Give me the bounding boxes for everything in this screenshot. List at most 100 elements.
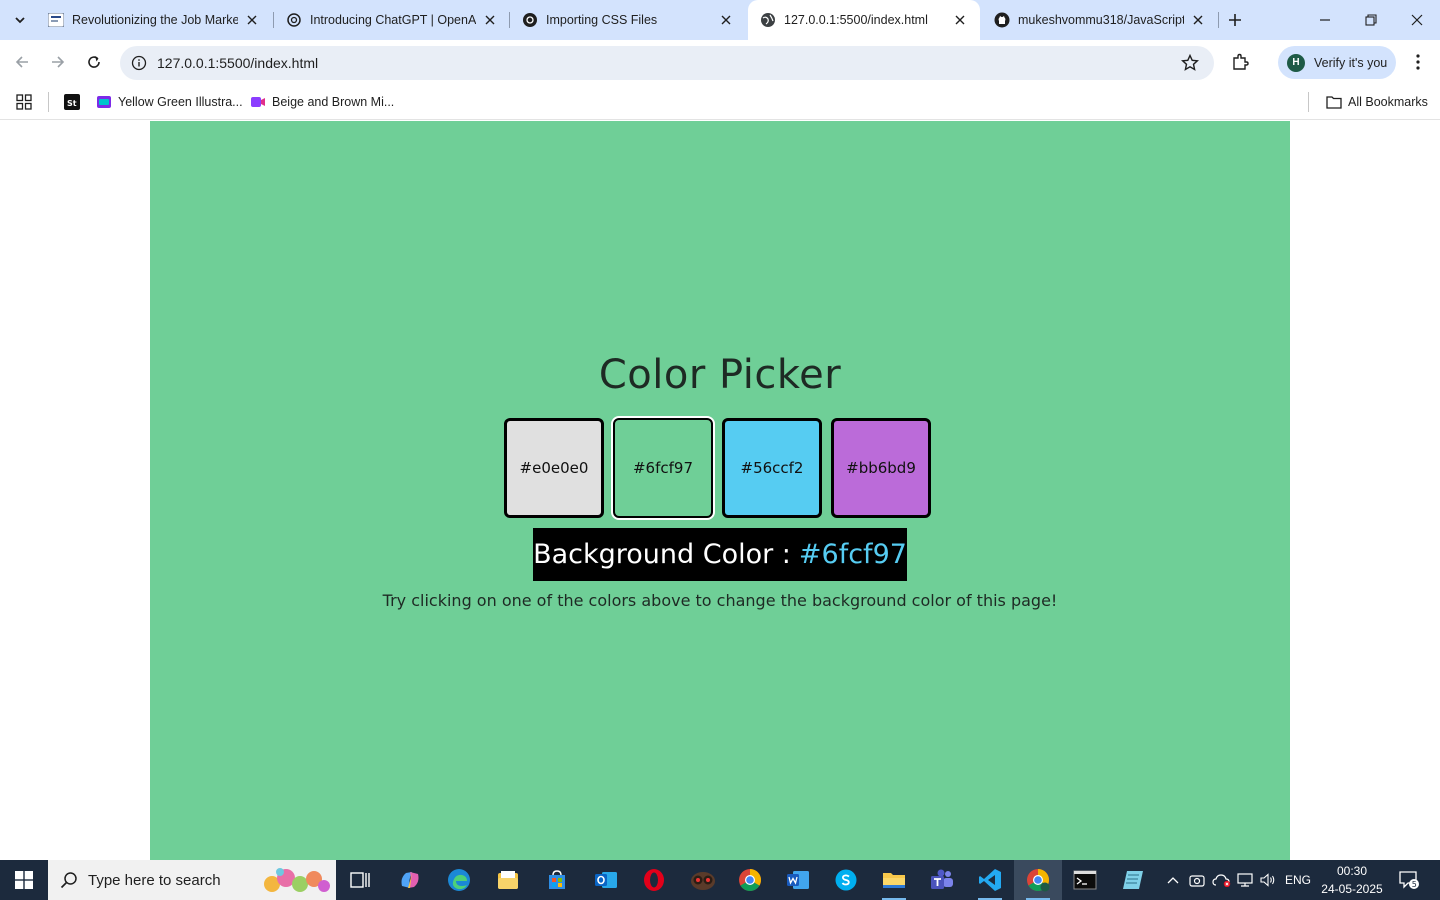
st-icon: St [64, 94, 80, 110]
swatch-light-gray[interactable]: #e0e0e0 [504, 418, 604, 518]
skype-icon [835, 869, 857, 891]
folder-stack-icon [498, 871, 518, 889]
notification-count: 5 [1412, 880, 1417, 889]
all-bookmarks-button[interactable]: All Bookmarks [1326, 91, 1428, 113]
browser-menu-button[interactable] [1406, 50, 1430, 74]
swatch-purple[interactable]: #bb6bd9 [831, 418, 931, 518]
background-color-display: Background Color : #6fcf97 [533, 528, 907, 581]
folder-icon [1326, 94, 1342, 110]
word-app[interactable] [774, 860, 822, 900]
edge-app[interactable] [435, 860, 483, 900]
word-icon [787, 871, 809, 889]
search-icon [60, 872, 77, 889]
tab-title: Revolutionizing the Job Market [72, 13, 238, 27]
bookmark-beige-brown[interactable]: Beige and Brown Mi... [250, 91, 394, 113]
bookmark-label: Beige and Brown Mi... [272, 95, 395, 109]
files-app[interactable] [484, 860, 532, 900]
reload-button[interactable] [80, 48, 108, 76]
terminal-app[interactable] [1061, 860, 1109, 900]
folder-icon [883, 873, 905, 888]
page-viewport: Color Picker #e0e0e0 #6fcf97 #56ccf2 #bb… [0, 121, 1440, 860]
tab-importing-css[interactable]: Importing CSS Files [510, 0, 746, 40]
owl-app[interactable] [679, 860, 727, 900]
close-icon[interactable] [1188, 10, 1208, 30]
tab-search-button[interactable] [6, 8, 34, 32]
restore-button[interactable] [1348, 0, 1394, 40]
windows-logo-icon [15, 871, 33, 889]
volume-control[interactable] [1257, 860, 1279, 900]
background-color-value: #6fcf97 [798, 539, 907, 570]
swatch-blue[interactable]: #56ccf2 [722, 418, 822, 518]
reload-icon [88, 56, 100, 68]
notification-icon: 5 [1399, 871, 1419, 889]
copilot-app[interactable] [386, 860, 434, 900]
outlook-app[interactable] [582, 860, 630, 900]
network-icon [1237, 873, 1253, 887]
forward-button[interactable] [44, 48, 72, 76]
windows-taskbar: Type here to search ENG 00:30 24-05-2025… [0, 860, 1440, 900]
apps-button[interactable] [16, 91, 38, 113]
all-bookmarks-label: All Bookmarks [1348, 95, 1428, 109]
taskbar-search-box[interactable]: Type here to search [48, 860, 336, 900]
extensions-button[interactable] [1228, 50, 1252, 74]
bookmark-st[interactable]: St [64, 91, 86, 113]
bookmark-label: Yellow Green Illustra... [118, 95, 243, 109]
more-vertical-icon [1416, 54, 1420, 70]
chevron-up-icon [1167, 877, 1179, 884]
teams-app[interactable] [918, 860, 966, 900]
skype-app[interactable] [822, 860, 870, 900]
opera-app[interactable] [630, 860, 678, 900]
background-color-label: Background Color : [533, 539, 791, 570]
close-icon[interactable] [242, 10, 262, 30]
chrome-profile-icon [1027, 869, 1050, 892]
close-icon[interactable] [480, 10, 500, 30]
openai-icon [522, 12, 538, 28]
canva-icon [96, 94, 112, 110]
profile-verify-button[interactable]: H Verify it's you [1278, 46, 1396, 79]
minimize-icon [1320, 19, 1330, 21]
back-button[interactable] [8, 48, 36, 76]
file-explorer-app[interactable] [870, 860, 918, 900]
chrome-app[interactable] [726, 860, 774, 900]
address-bar[interactable]: 127.0.0.1:5500/index.html [120, 46, 1214, 80]
notepad-app[interactable] [1109, 860, 1157, 900]
arrow-right-icon [52, 56, 65, 68]
owl-icon [691, 872, 715, 890]
notepad-icon [1123, 871, 1143, 889]
camera-icon [1189, 875, 1205, 887]
meet-now-button[interactable] [1186, 860, 1208, 900]
plus-icon [1229, 14, 1241, 26]
network-status[interactable] [1234, 860, 1256, 900]
system-clock[interactable]: 00:30 24-05-2025 [1316, 862, 1388, 898]
onedrive-status[interactable] [1210, 860, 1234, 900]
bookmarks-divider [48, 92, 49, 112]
tab-chatgpt[interactable]: Introducing ChatGPT | OpenAI [274, 0, 510, 40]
input-language[interactable]: ENG [1280, 860, 1316, 900]
close-window-button[interactable] [1394, 0, 1440, 40]
show-hidden-icons-button[interactable] [1162, 860, 1184, 900]
vscode-app[interactable] [966, 860, 1014, 900]
tab-localhost[interactable]: 127.0.0.1:5500/index.html [748, 0, 980, 40]
new-tab-button[interactable] [1222, 8, 1248, 32]
instruction-text: Try clicking on one of the colors above … [382, 591, 1058, 610]
close-icon[interactable] [716, 10, 736, 30]
task-view-button[interactable] [336, 860, 384, 900]
chrome-active-app[interactable] [1014, 860, 1062, 900]
close-icon[interactable] [950, 10, 970, 30]
store-icon [549, 870, 565, 889]
tab-github[interactable]: mukeshvommu318/JavaScript_ [982, 0, 1218, 40]
swatch-green[interactable]: #6fcf97 [613, 418, 713, 518]
tab-job-market[interactable]: Revolutionizing the Job Market [36, 0, 272, 40]
tab-title: mukeshvommu318/JavaScript_ [1018, 13, 1184, 27]
bookmark-yellow-green[interactable]: Yellow Green Illustra... [96, 91, 243, 113]
bookmark-star-icon[interactable] [1180, 53, 1200, 73]
arrow-left-icon [15, 56, 28, 68]
tab-strip: Revolutionizing the Job Market Introduci… [0, 0, 1440, 40]
outlook-icon [595, 872, 617, 888]
site-info-icon[interactable] [130, 54, 148, 72]
tab-divider [1218, 12, 1219, 28]
notification-center-button[interactable]: 5 [1396, 868, 1422, 892]
start-button[interactable] [0, 860, 48, 900]
minimize-button[interactable] [1302, 0, 1348, 40]
microsoft-store-app[interactable] [533, 860, 581, 900]
